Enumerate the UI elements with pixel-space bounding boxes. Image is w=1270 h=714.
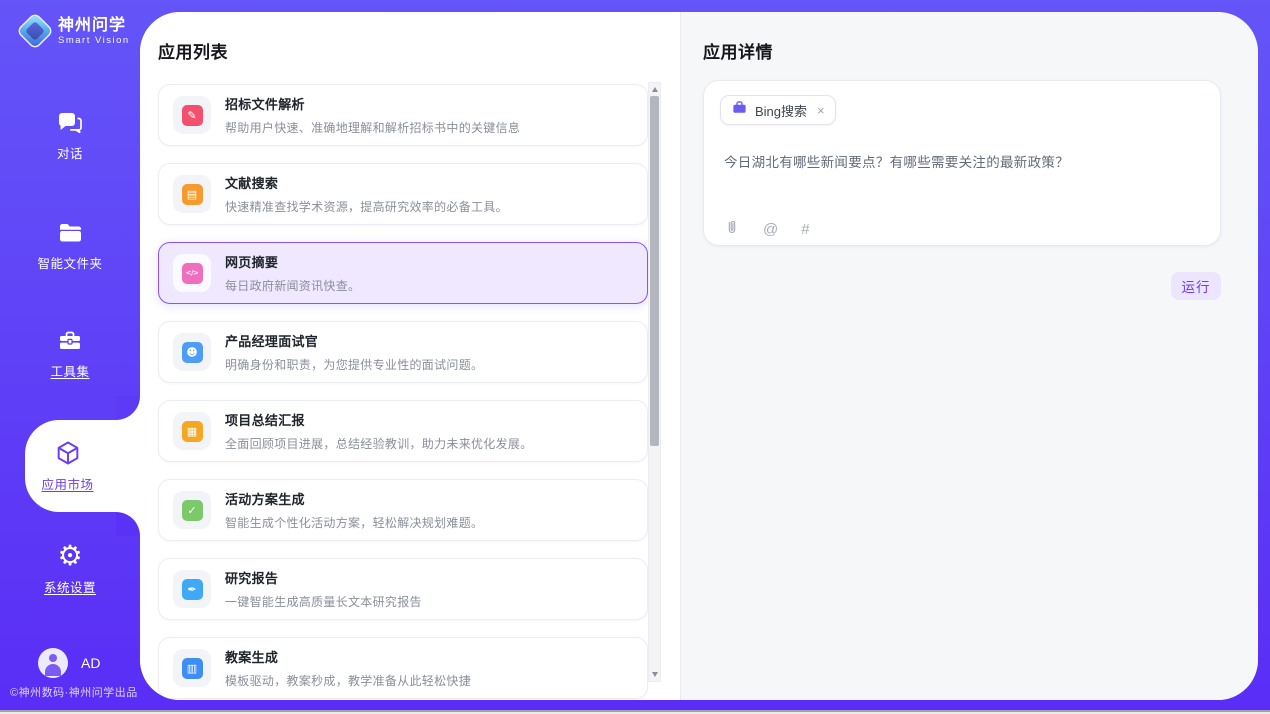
app-card-lesson-plan[interactable]: ▥ 教案生成 模板驱动，教案秒成，教学准备从此轻松快捷 [158,637,648,699]
close-icon[interactable]: × [817,104,825,117]
sidebar-item-label: 智能文件夹 [37,253,102,272]
user-account[interactable]: AD [38,648,100,678]
prompt-input[interactable]: 今日湖北有哪些新闻要点？有哪些需要关注的最新政策？ [724,151,1194,171]
app-desc: 明确身份和职责，为您提供专业性的面试问题。 [225,356,483,373]
interviewer-icon: ☻ [173,333,211,371]
mention-icon[interactable]: @ [763,222,778,238]
scroll-up-icon[interactable] [649,83,660,96]
sidebar-item-smart-folder[interactable]: 智能文件夹 [0,220,140,272]
app-desc: 帮助用户快速、准确地理解和解析招标书中的关键信息 [225,119,520,136]
app-name: 产品经理面试官 [225,331,483,350]
brand-subtitle: Smart Vision [58,35,130,46]
content-panel: 应用列表 ✎ 招标文件解析 帮助用户快速、准确地理解和解析招标书中的关键信息 ▤ [140,12,1258,700]
app-card-pm-interviewer[interactable]: ☻ 产品经理面试官 明确身份和职责，为您提供专业性的面试问题。 [158,321,648,383]
app-card-research-report[interactable]: ✒ 研究报告 一键智能生成高质量长文本研究报告 [158,558,648,620]
user-name: AD [81,655,100,671]
brand-logo: 神州问学 Smart Vision [20,16,130,46]
app-card-project-summary[interactable]: ▦ 项目总结汇报 全面回顾项目进展，总结经验教训，助力未来优化发展。 [158,400,648,462]
app-card-bid-analysis[interactable]: ✎ 招标文件解析 帮助用户快速、准确地理解和解析招标书中的关键信息 [158,84,648,146]
scroll-down-icon[interactable] [649,668,660,681]
toolbox-icon [56,328,84,354]
webpage-code-icon: </> [173,254,211,292]
app-detail-panel: 应用详情 Bing搜索 × 今日湖北有哪些新闻要点？有哪些需要关注的最新政策？ [680,12,1258,700]
paperclip-icon[interactable] [724,219,740,240]
app-name: 项目总结汇报 [225,410,533,429]
app-name: 活动方案生成 [225,489,483,508]
app-list-panel: 应用列表 ✎ 招标文件解析 帮助用户快速、准确地理解和解析招标书中的关键信息 ▤ [140,12,680,700]
app-card-event-plan[interactable]: ✓ 活动方案生成 智能生成个性化活动方案，轻松解决规划难题。 [158,479,648,541]
app-desc: 一键智能生成高质量长文本研究报告 [225,593,422,610]
sidebar-item-app-market[interactable]: 应用市场 [25,420,140,512]
diamond-logo-icon [20,16,50,46]
hash-icon[interactable]: # [801,222,809,238]
sidebar-item-label: 对话 [57,143,83,162]
active-tab-curve-top [116,396,140,420]
app-name: 教案生成 [225,647,471,666]
app-card-list: ✎ 招标文件解析 帮助用户快速、准确地理解和解析招标书中的关键信息 ▤ 文献搜索… [158,84,648,700]
book-icon: ▤ [173,175,211,213]
gear-icon: ⚙ [57,542,82,570]
prompt-card: Bing搜索 × 今日湖北有哪些新闻要点？有哪些需要关注的最新政策？ @ # [703,80,1221,246]
sidebar-item-label: 应用市场 [41,474,93,493]
app-list-title: 应用列表 [158,38,228,63]
app-desc: 模板驱动，教案秒成，教学准备从此轻松快捷 [225,672,471,689]
app-card-literature-search[interactable]: ▤ 文献搜索 快速精准查找学术资源，提高研究效率的必备工具。 [158,163,648,225]
sidebar-item-chat[interactable]: 对话 [0,110,140,162]
app-detail-title: 应用详情 [703,38,773,63]
document-edit-icon: ✎ [173,96,211,134]
prompt-toolbar: @ # [724,219,810,240]
app-desc: 智能生成个性化活动方案，轻松解决规划难题。 [225,514,483,531]
app-name: 招标文件解析 [225,94,520,113]
chat-icon [56,110,84,136]
quill-icon: ✒ [173,570,211,608]
sidebar-item-label: 工具集 [50,361,89,380]
app-name: 研究报告 [225,568,422,587]
sidebar-item-settings[interactable]: ⚙ 系统设置 [0,542,140,596]
run-button[interactable]: 运行 [1171,272,1221,300]
calendar-report-icon: ▦ [173,412,211,450]
books-icon: ▥ [173,649,211,687]
tool-chip-label: Bing搜索 [755,101,807,120]
copyright-footer: ©神州数码·神州问学出品 [10,684,138,700]
cube-icon [54,439,82,467]
app-desc: 每日政府新闻资讯快查。 [225,277,360,294]
active-tab-curve-bottom [116,512,140,536]
user-avatar-icon [38,648,68,678]
sidebar-item-toolset[interactable]: 工具集 [0,328,140,380]
app-name: 网页摘要 [225,252,360,271]
app-desc: 全面回顾项目进展，总结经验教训，助力未来优化发展。 [225,435,533,452]
briefcase-icon [731,99,748,121]
scrollbar-thumb[interactable] [650,96,659,446]
folder-icon [56,220,84,246]
tool-chip-bing-search[interactable]: Bing搜索 × [720,95,836,125]
sidebar: 神州问学 Smart Vision 对话 智能文件夹 [0,0,140,714]
clipboard-check-icon: ✓ [173,491,211,529]
sidebar-item-label: 系统设置 [44,577,96,596]
app-desc: 快速精准查找学术资源，提高研究效率的必备工具。 [225,198,508,215]
app-card-webpage-summary[interactable]: </> 网页摘要 每日政府新闻资讯快查。 [158,242,648,304]
list-scrollbar[interactable] [648,82,661,682]
app-name: 文献搜索 [225,173,508,192]
brand-name: 神州问学 [58,17,130,35]
